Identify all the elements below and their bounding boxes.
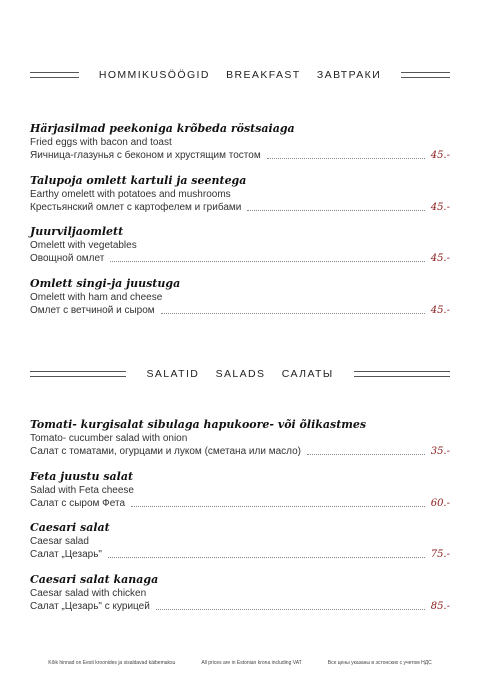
menu-item: Caesari salat kanaga Caesar salad with c… xyxy=(30,573,450,613)
salads-title-et: SALATID xyxy=(146,368,200,380)
item-russian: Яичница-глазунья с беконом и хрустящим т… xyxy=(30,150,261,161)
item-price: 35.- xyxy=(430,446,450,457)
header-rule-right xyxy=(353,371,451,377)
item-english: Caesar salad with chicken xyxy=(30,588,147,599)
menu-item: Härjasilmad peekoniga krõbeda röstsaiaga… xyxy=(30,122,450,162)
item-english: Caesar salad xyxy=(30,536,89,547)
item-russian: Крестьянский омлет с картофелем и грибам… xyxy=(30,202,242,213)
item-price: 45.- xyxy=(430,253,450,264)
header-rule-left xyxy=(30,371,127,377)
dot-leader xyxy=(306,454,425,455)
item-name: Omlett singi-ja juustuga xyxy=(30,277,181,290)
dot-leader xyxy=(266,158,425,159)
dot-leader xyxy=(247,210,425,211)
item-russian: Салат „Цезарь" xyxy=(30,549,102,560)
dot-leader xyxy=(131,506,425,507)
item-english: Tomato- cucumber salad with onion xyxy=(30,433,188,444)
item-name: Caesari salat xyxy=(30,521,110,534)
price-note-footer: Kõik hinnad on Eesti kroonides ja sisald… xyxy=(0,660,480,666)
item-name: Juurviljaomlett xyxy=(30,225,124,238)
item-price: 60.- xyxy=(430,498,450,509)
item-price: 45.- xyxy=(430,202,450,213)
menu-item: Juurviljaomlett Omelett with vegetables … xyxy=(30,225,450,265)
breakfast-title-et: HOMMIKUSÖÖGID xyxy=(98,69,210,81)
item-russian: Омлет с ветчиной и сыром xyxy=(30,305,155,316)
header-rule-left xyxy=(30,72,79,78)
item-english: Omelett with vegetables xyxy=(30,240,137,251)
item-russian: Салат с томатами, огурцами и луком (смет… xyxy=(30,446,301,457)
item-name: Caesari salat kanaga xyxy=(30,573,159,586)
menu-item: Tomati- kurgisalat sibulaga hapukoore- v… xyxy=(30,418,450,458)
item-russian: Овощной омлет xyxy=(30,253,105,264)
item-english: Salad with Feta cheese xyxy=(30,485,134,496)
item-price: 45.- xyxy=(430,150,450,161)
salads-title: SALATID SALADS САЛАТЫ xyxy=(126,368,353,380)
dot-leader xyxy=(160,313,425,314)
salads-title-ru: САЛАТЫ xyxy=(281,368,334,380)
item-russian: Салат „Цезарь" с курицей xyxy=(30,601,150,612)
item-name: Talupoja omlett kartuli ja seentega xyxy=(30,174,247,187)
salads-header: SALATID SALADS САЛАТЫ xyxy=(30,367,451,381)
breakfast-title-en: BREAKFAST xyxy=(226,69,301,81)
item-english: Earthy omelett with potatoes and mushroo… xyxy=(30,189,231,200)
dot-leader xyxy=(110,261,425,262)
header-rule-right xyxy=(401,72,451,78)
salads-title-en: SALADS xyxy=(215,368,266,380)
menu-item: Caesari salat Caesar salad Салат „Цезарь… xyxy=(30,521,450,561)
menu-item: Omlett singi-ja juustuga Omelett with ha… xyxy=(30,277,450,317)
item-name: Härjasilmad peekoniga krõbeda röstsaiaga xyxy=(30,122,295,135)
menu-item: Feta juustu salat Salad with Feta cheese… xyxy=(30,470,450,510)
item-english: Omelett with ham and cheese xyxy=(30,292,163,303)
item-price: 75.- xyxy=(430,549,450,560)
item-name: Feta juustu salat xyxy=(30,470,134,483)
menu-item: Talupoja omlett kartuli ja seentega Eart… xyxy=(30,174,450,214)
footer-note-ru: Все цены указаны в эстонских с учетом НД… xyxy=(327,660,432,666)
footer-note-et: Kõik hinnad on Eesti kroonides ja sisald… xyxy=(48,660,176,666)
breakfast-header: HOMMIKUSÖÖGID BREAKFAST ЗАВТРАКИ xyxy=(30,68,451,82)
dot-leader xyxy=(155,609,425,610)
item-english: Fried eggs with bacon and toast xyxy=(30,137,172,148)
breakfast-title-ru: ЗАВТРАКИ xyxy=(316,69,382,81)
item-russian: Салат с сыром Фета xyxy=(30,498,126,509)
footer-note-en: All prices are in Estonian krona includi… xyxy=(201,660,302,666)
item-price: 85.- xyxy=(430,601,450,612)
dot-leader xyxy=(107,557,425,558)
item-name: Tomati- kurgisalat sibulaga hapukoore- v… xyxy=(30,418,367,431)
breakfast-title: HOMMIKUSÖÖGID BREAKFAST ЗАВТРАКИ xyxy=(79,69,401,81)
item-price: 45.- xyxy=(430,305,450,316)
